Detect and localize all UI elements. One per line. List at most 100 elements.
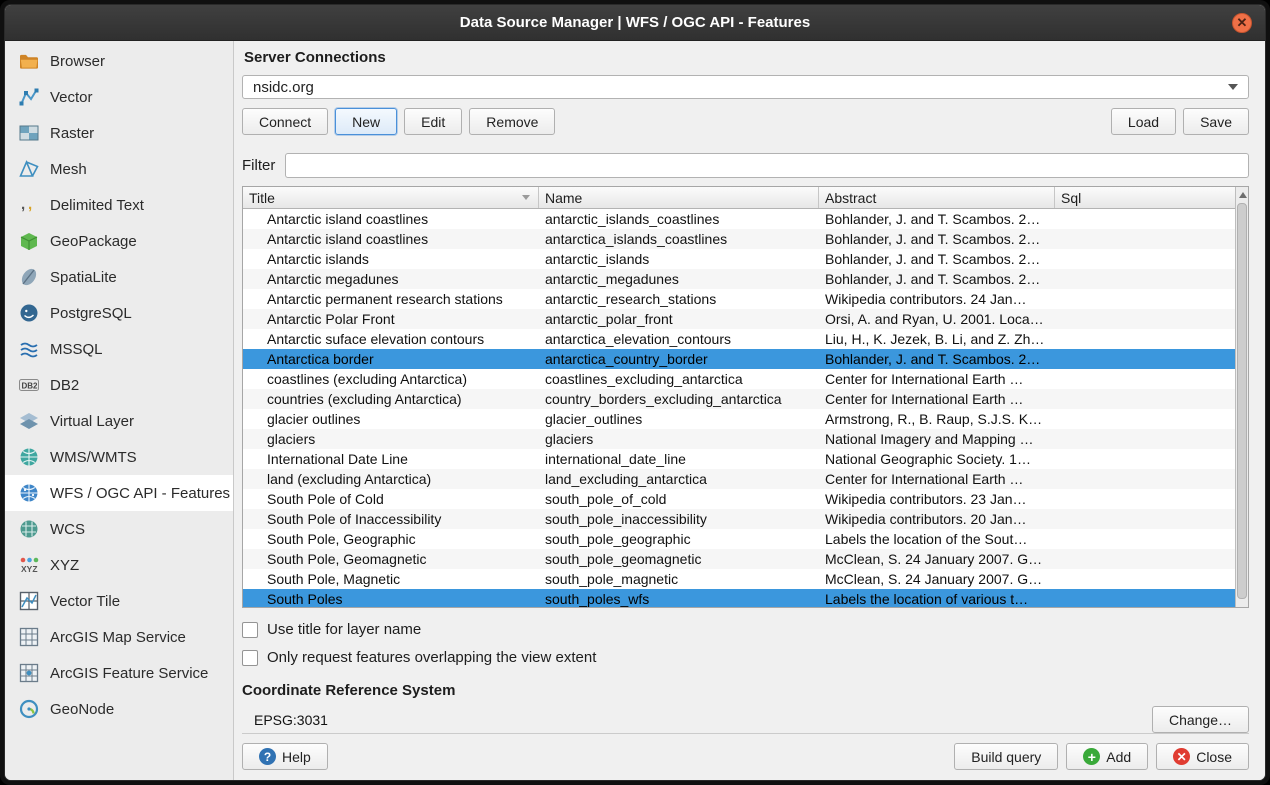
cell-abstract: Bohlander, J. and T. Scambos. 2… [819,231,1055,247]
sidebar-item-postgresql[interactable]: PostgreSQL [5,295,233,331]
cell-title: International Date Line [243,451,539,467]
new-button[interactable]: New [335,108,397,135]
load-button[interactable]: Load [1111,108,1176,135]
vertical-scrollbar[interactable] [1235,187,1248,607]
cell-abstract: Bohlander, J. and T. Scambos. 2… [819,211,1055,227]
cell-name: antarctic_polar_front [539,311,819,327]
cell-name: antarctic_research_stations [539,291,819,307]
cell-title: South Pole of Inaccessibility [243,511,539,527]
window-title: Data Source Manager | WFS / OGC API - Fe… [460,14,810,31]
cell-name: international_date_line [539,451,819,467]
crs-row: EPSG:3031 Change… [242,706,1249,733]
sidebar-item-label: GeoNode [50,701,114,718]
connection-buttons-row: Connect New Edit Remove Load Save [242,108,1249,135]
sidebar-item-wms-wmts[interactable]: WMS/WMTS [5,439,233,475]
sidebar-item-label: Vector Tile [50,593,120,610]
sidebar-item-mssql[interactable]: MSSQL [5,331,233,367]
cell-name: south_pole_inaccessibility [539,511,819,527]
close-button[interactable]: ✕ Close [1156,743,1249,770]
sidebar: BrowserVectorRasterMesh,,Delimited TextG… [5,41,234,780]
table-row-antarctica-elevation-contours[interactable]: Antarctic suface elevation contoursantar… [243,329,1235,349]
add-button[interactable]: + Add [1066,743,1148,770]
table-row-antarctic-megadunes[interactable]: Antarctic megadunesantarctic_megadunesBo… [243,269,1235,289]
option-only-request-features-overlapping-the-view-extent[interactable]: Only request features overlapping the vi… [242,649,1249,666]
table-row-antarctica-country-border[interactable]: Antarctica borderantarctica_country_bord… [243,349,1235,369]
main-panel: Server Connections nsidc.org ConnectNewE… [234,41,1265,780]
vector-tile-icon [18,590,40,612]
cell-name: country_borders_excluding_antarctica [539,391,819,407]
cell-name: south_pole_of_cold [539,491,819,507]
option-use-title-for-layer-name[interactable]: Use title for layer name [242,621,1249,638]
table-row-antarctic-islands[interactable]: Antarctic islandsantarctic_islandsBohlan… [243,249,1235,269]
arcgis-feature-icon [18,662,40,684]
edit-button[interactable]: Edit [404,108,462,135]
scroll-up-icon[interactable] [1239,192,1247,198]
column-header-abstract[interactable]: Abstract [819,187,1055,208]
column-header-name[interactable]: Name [539,187,819,208]
cell-title: countries (excluding Antarctica) [243,391,539,407]
sidebar-item-virtual-layer[interactable]: Virtual Layer [5,403,233,439]
connect-button[interactable]: Connect [242,108,328,135]
table-row-international-date-line[interactable]: International Date Lineinternational_dat… [243,449,1235,469]
cell-title: Antarctic island coastlines [243,211,539,227]
column-header-title[interactable]: Title [243,187,539,208]
window-close-button[interactable]: ✕ [1232,13,1252,33]
checkbox-unchecked[interactable] [242,650,258,666]
table-row-south-poles-wfs[interactable]: South Polessouth_poles_wfsLabels the loc… [243,589,1235,608]
cell-abstract: Bohlander, J. and T. Scambos. 2… [819,351,1055,367]
table-row-antarctica-islands-coastlines[interactable]: Antarctic island coastlinesantarctica_is… [243,229,1235,249]
sidebar-item-arcgis-feature-service[interactable]: ArcGIS Feature Service [5,655,233,691]
sidebar-item-raster[interactable]: Raster [5,115,233,151]
table-row-coastlines-excluding-antarctica[interactable]: coastlines (excluding Antarctica)coastli… [243,369,1235,389]
cell-abstract: Labels the location of various t… [819,591,1055,607]
sidebar-item-arcgis-map-service[interactable]: ArcGIS Map Service [5,619,233,655]
cell-title: South Pole of Cold [243,491,539,507]
sidebar-item-db2[interactable]: DB2DB2 [5,367,233,403]
sidebar-item-spatialite[interactable]: SpatiaLite [5,259,233,295]
sidebar-item-label: WFS / OGC API - Features [50,485,230,502]
table-row-land-excluding-antarctica[interactable]: land (excluding Antarctica)land_excludin… [243,469,1235,489]
column-header-sql[interactable]: Sql [1055,187,1235,208]
table-row-antarctic-research-stations[interactable]: Antarctic permanent research stationsant… [243,289,1235,309]
build-query-button[interactable]: Build query [954,743,1058,770]
table-row-south-pole-geomagnetic[interactable]: South Pole, Geomagneticsouth_pole_geomag… [243,549,1235,569]
cell-title: South Poles [243,591,539,607]
table-row-south-pole-geographic[interactable]: South Pole, Geographicsouth_pole_geograp… [243,529,1235,549]
filter-input[interactable] [285,153,1249,178]
sidebar-item-geonode[interactable]: GeoNode [5,691,233,727]
sidebar-item-vector[interactable]: Vector [5,79,233,115]
table-row-antarctic-polar-front[interactable]: Antarctic Polar Frontantarctic_polar_fro… [243,309,1235,329]
remove-button[interactable]: Remove [469,108,555,135]
server-connection-combobox[interactable]: nsidc.org [242,75,1249,99]
svg-text:,: , [28,196,32,213]
cell-abstract: Armstrong, R., B. Raup, S.J.S. K… [819,411,1055,427]
scrollbar-thumb[interactable] [1237,203,1247,599]
server-connection-selected: nsidc.org [253,79,314,96]
table-row-antarctic-islands-coastlines[interactable]: Antarctic island coastlinesantarctic_isl… [243,209,1235,229]
sidebar-item-vector-tile[interactable]: Vector Tile [5,583,233,619]
cell-title: land (excluding Antarctica) [243,471,539,487]
sidebar-item-label: WCS [50,521,85,538]
table-row-glaciers[interactable]: glaciersglaciersNational Imagery and Map… [243,429,1235,449]
titlebar[interactable]: Data Source Manager | WFS / OGC API - Fe… [5,5,1265,41]
sidebar-item-geopackage[interactable]: GeoPackage [5,223,233,259]
sidebar-item-label: Raster [50,125,94,142]
help-button[interactable]: ? Help [242,743,328,770]
table-row-south-pole-of-cold[interactable]: South Pole of Coldsouth_pole_of_coldWiki… [243,489,1235,509]
sidebar-item-wcs[interactable]: WCS [5,511,233,547]
sidebar-item-xyz[interactable]: XYZXYZ [5,547,233,583]
cell-title: South Pole, Geographic [243,531,539,547]
save-button[interactable]: Save [1183,108,1249,135]
table-row-country-borders-excluding-antarctica[interactable]: countries (excluding Antarctica)country_… [243,389,1235,409]
sidebar-item-delimited-text[interactable]: ,,Delimited Text [5,187,233,223]
table-row-south-pole-inaccessibility[interactable]: South Pole of Inaccessibilitysouth_pole_… [243,509,1235,529]
sidebar-item-mesh[interactable]: Mesh [5,151,233,187]
table-row-south-pole-magnetic[interactable]: South Pole, Magneticsouth_pole_magneticM… [243,569,1235,589]
sidebar-item-wfs-ogc-api-features[interactable]: WFS / OGC API - Features [5,475,233,511]
wcs-icon [18,518,40,540]
checkbox-unchecked[interactable] [242,622,258,638]
change-crs-button[interactable]: Change… [1152,706,1249,733]
sidebar-item-browser[interactable]: Browser [5,43,233,79]
cell-name: south_pole_geomagnetic [539,551,819,567]
table-row-glacier-outlines[interactable]: glacier outlinesglacier_outlinesArmstron… [243,409,1235,429]
